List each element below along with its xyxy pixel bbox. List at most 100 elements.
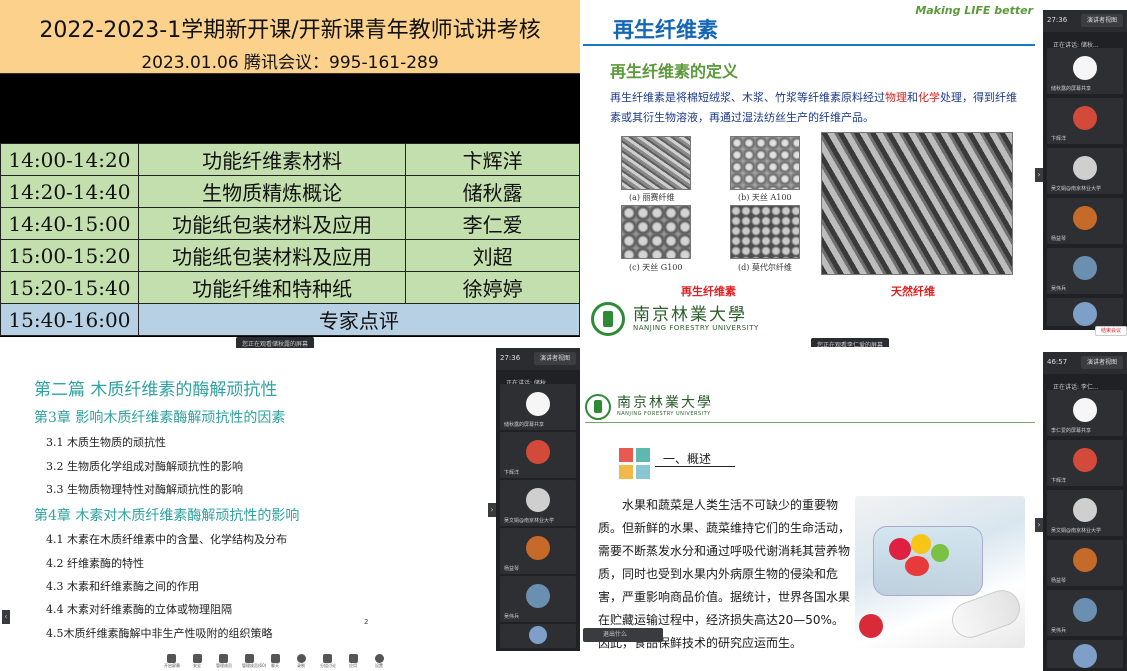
toolbar-label: 录制 (297, 663, 305, 668)
list-item: 4.5木质纤维素酶解中非生产性吸附的组织策略 (46, 627, 273, 640)
participant-tile[interactable] (1047, 640, 1123, 668)
meeting-window-bottom-left: 第二篇 木质纤维素的酶解顽抗性 第3章 影响木质纤维素酶解顽抗性的因素 3.1 … (0, 348, 580, 671)
prev-page-button[interactable]: ‹ (2, 610, 10, 624)
participant-tile[interactable] (1047, 298, 1123, 326)
sem-image (730, 136, 800, 190)
time-cell: 15:00-15:20 (0, 239, 139, 272)
chapter-heading: 第3章 影响木质纤维素酶解顽抗性的因素 (34, 410, 286, 426)
toolbar-manage-button[interactable]: 管理成员(60) (242, 654, 267, 668)
avatar (526, 584, 550, 608)
page-number: 2 (364, 618, 369, 626)
fruit (931, 544, 949, 562)
meeting-timer: 27:36 (1047, 16, 1068, 24)
avatar (1073, 106, 1097, 130)
schedule-subtitle: 2023.01.06 腾讯会议：995-161-289 (141, 53, 439, 73)
schedule-table: 14:00-14:20 功能纤维素材料 卞辉洋 14:20-14:40 生物质精… (0, 143, 580, 336)
participant-tile[interactable]: 李仁爱的屏幕共享 (1047, 390, 1123, 436)
toolbar-apps-button[interactable]: 应用 (346, 654, 360, 668)
fruit (889, 538, 911, 560)
participant-tile[interactable]: 杨益琴 (1047, 198, 1123, 244)
sem-image (730, 205, 800, 259)
view-toggle-button[interactable]: 演讲者视图 (534, 352, 576, 365)
record-icon (296, 654, 306, 663)
avatar (1073, 644, 1097, 668)
time-cell: 14:20-14:40 (0, 175, 139, 208)
participant-tile[interactable]: 吴伟兵 (1047, 590, 1123, 636)
university-emblem-icon (591, 302, 625, 336)
university-emblem-icon (585, 394, 611, 420)
avatar (1073, 256, 1097, 280)
list-item: 4.1 木素在木质纤维素中的含量、化学结构及分布 (46, 533, 287, 546)
bottom-status-bar: 退出什么 (583, 628, 663, 642)
course-cell: 功能纤维和特种纸 (137, 271, 407, 304)
course-cell: 生物质精炼概论 (137, 175, 407, 208)
participant-tile[interactable]: 吴文娟@南京林业大学 (1047, 148, 1123, 194)
chapter-heading: 第4章 木素对木质纤维素酶解顽抗性的影响 (34, 508, 300, 524)
schedule-title: 2022-2023-1学期新开课/开新课青年教师试讲考核 (39, 18, 541, 43)
view-toggle-button[interactable]: 演讲者视图 (1081, 14, 1123, 27)
image-caption: (c) 天丝 G100 (629, 263, 683, 272)
university-logo: 南京林業大學 NANJING FORESTRY UNIVERSITY (591, 300, 771, 340)
participant-tile[interactable]: 卞辉洋 (1047, 440, 1123, 486)
participant-name: 储秋露的屏幕共享 (504, 422, 545, 428)
avatar (1073, 548, 1097, 572)
shared-slide: 再生纤维素 Making LIFE better 再生纤维素的定义 再生纤维素是… (583, 0, 1035, 347)
avatar (526, 488, 550, 512)
participant-tile[interactable]: 储秋露的屏幕共享 (1047, 48, 1123, 94)
users-icon (218, 654, 228, 663)
participant-tile[interactable]: 杨益琴 (1047, 540, 1123, 586)
toolbar-settings-button[interactable]: 设置 (372, 654, 386, 668)
text-part: 和 (907, 91, 918, 104)
participant-tile[interactable]: 卞辉洋 (500, 432, 576, 478)
end-meeting-button[interactable]: 结束会议 (1095, 326, 1127, 336)
participant-tile[interactable]: 吴文娟@南京林业大学 (1047, 490, 1123, 536)
avatar (1073, 156, 1097, 180)
participant-tile[interactable]: 卞辉洋 (1047, 98, 1123, 144)
toolbar-screen-button[interactable]: 开启屏幕 (164, 654, 180, 668)
header-divider (585, 422, 1035, 423)
participant-tile[interactable]: 吴伟兵 (500, 576, 576, 622)
toolbar-members-button[interactable]: 管理成员 (216, 654, 232, 668)
logo-name-cn: 南京林業大學 (633, 305, 747, 325)
text-highlight: 物理 (885, 91, 907, 104)
toolbar-record-button[interactable]: 录制 (294, 654, 308, 668)
sem-image (621, 136, 691, 190)
list-item: 3.3 生物质物理特性对酶解顽抗性的影响 (46, 483, 243, 496)
apps-icon (348, 654, 358, 663)
list-item: 4.2 纤维素酶的特性 (46, 557, 144, 570)
participant-name: 卞辉洋 (1051, 478, 1067, 484)
meeting-window-bottom-right: 南京林業大學 NANJING FORESTRY UNIVERSITY 一、概述 … (583, 350, 1127, 671)
toolbar-breakout-button[interactable]: 分组讨论 (320, 654, 336, 668)
table-row: 15:40-16:00 专家点评 (0, 303, 580, 336)
course-cell: 专家点评 (137, 303, 580, 336)
food-wrap-photo (855, 496, 1025, 648)
participant-tile[interactable] (500, 624, 576, 648)
view-toggle-button[interactable]: 演讲者视图 (1081, 356, 1123, 369)
participant-tile[interactable]: 吴伟兵 (1047, 248, 1123, 294)
participant-sidebar: 27:36 演讲者视图 正在讲话: 储秋... 储秋露的屏幕共享 卞辉洋 吴文娟… (496, 348, 580, 651)
participant-name: 吴伟兵 (1051, 628, 1067, 634)
image-caption: (a) 丽赛纤维 (629, 193, 675, 202)
schedule-panel: 2022-2023-1学期新开课/开新课青年教师试讲考核 2023.01.06 … (0, 0, 580, 337)
participant-name: 储秋露的屏幕共享 (1051, 86, 1092, 92)
meeting-timer: 27:36 (500, 354, 521, 362)
participant-tile[interactable]: 储秋露的屏幕共享 (500, 384, 576, 430)
teacher-cell: 刘超 (405, 239, 580, 272)
toolbar-security-button[interactable]: 安全 (190, 654, 204, 668)
teacher-cell: 卞辉洋 (405, 143, 580, 176)
collapse-sidebar-button[interactable]: › (1035, 518, 1043, 532)
breakout-icon (322, 654, 332, 663)
collapse-sidebar-button[interactable]: › (1035, 168, 1043, 182)
participant-tile[interactable]: 杨益琴 (500, 528, 576, 574)
course-cell: 功能纸包装材料及应用 (137, 239, 407, 272)
avatar (526, 440, 550, 464)
avatar (1073, 448, 1097, 472)
toolbar-label: 管理成员(60) (242, 663, 267, 668)
collapse-sidebar-button[interactable]: › (488, 503, 496, 517)
course-cell: 功能纤维素材料 (137, 143, 407, 176)
participant-name: 杨益琴 (1051, 236, 1067, 242)
toolbar-chat-button[interactable]: 聊天 (268, 654, 282, 668)
toolbar-label: 应用 (349, 663, 357, 668)
participant-tile[interactable]: 吴文娟@南京林业大学 (500, 480, 576, 526)
logo-name-en: NANJING FORESTRY UNIVERSITY (633, 324, 759, 332)
